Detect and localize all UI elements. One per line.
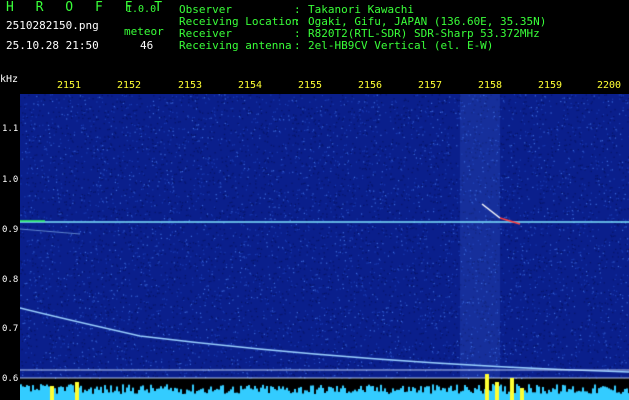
y-tick-label: 0.7 <box>2 324 19 334</box>
x-tick-label: 2157 <box>417 80 443 91</box>
y-tick-label: 0.6 <box>2 374 19 384</box>
x-tick-label: 2159 <box>537 80 563 91</box>
x-tick-label: 2155 <box>297 80 323 91</box>
info-sep: : <box>294 39 301 52</box>
x-tick-label: 2151 <box>56 80 82 91</box>
hroff-screen: H R O F F T 1.0.0 2510282150.png 25.10.2… <box>0 0 629 400</box>
y-tick-label: 0.9 <box>2 225 19 235</box>
x-tick-label: 2152 <box>116 80 142 91</box>
info-value: 2el-HB9CV Vertical (el. E-W) <box>308 39 494 52</box>
y-tick-label: 1.1 <box>2 124 19 134</box>
y-tick-label: 0.8 <box>2 275 19 285</box>
meteor-label: meteor <box>124 25 164 38</box>
station-info: Observer : Takanori Kawachi Receiving Lo… <box>179 4 546 52</box>
x-tick-label: 2200 <box>596 80 622 91</box>
x-tick-label: 2153 <box>177 80 203 91</box>
info-key: Receiving antenna <box>179 39 292 52</box>
x-tick-label: 2156 <box>357 80 383 91</box>
spectrogram-waterfall <box>20 94 629 400</box>
app-version: 1.0.0 <box>126 4 157 15</box>
info-row-antenna: Receiving antenna : 2el-HB9CV Vertical (… <box>179 40 546 52</box>
meteor-count: 46 <box>140 39 154 52</box>
capture-datetime: 25.10.28 21:50 <box>6 39 99 52</box>
x-tick-label: 2158 <box>477 80 503 91</box>
y-axis-unit: kHz <box>0 74 19 85</box>
image-filename: 2510282150.png <box>6 19 99 32</box>
x-tick-label: 2154 <box>237 80 263 91</box>
y-tick-label: 1.0 <box>2 175 19 185</box>
